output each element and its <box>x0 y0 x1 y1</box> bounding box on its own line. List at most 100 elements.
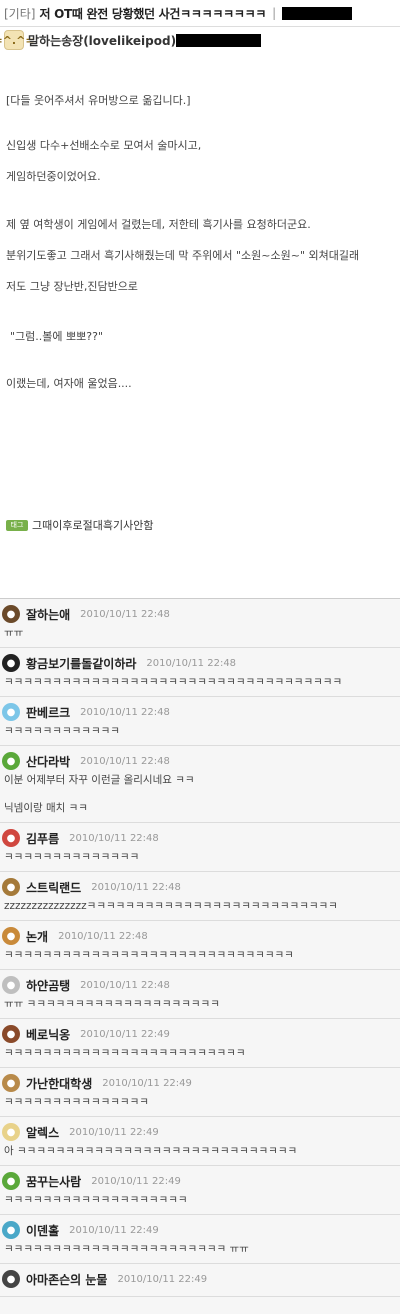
comment-time: 2010/10/11 22:49 <box>102 1077 192 1089</box>
comment-time: 2010/10/11 22:48 <box>80 755 170 767</box>
comment-header: ● 하얀곰탱 2010/10/11 22:48 <box>2 974 396 996</box>
butterfly-icon: ● <box>2 654 20 672</box>
comment-text: ㅋㅋㅋㅋㅋㅋㅋㅋㅋㅋㅋㅋㅋㅋㅋ <box>4 1096 149 1108</box>
comment-author[interactable]: 가난한대학생 <box>26 1075 92 1092</box>
tag-icon: 태그 <box>6 519 28 531</box>
watermelon-icon: ● <box>2 829 20 847</box>
comment-header: ● 가난한대학생 2010/10/11 22:49 <box>2 1072 396 1094</box>
comment-header: ● 논개 2010/10/11 22:48 <box>2 925 396 947</box>
comment-author[interactable]: 하얀곰탱 <box>26 977 70 994</box>
comment-author[interactable]: 스트릭랜드 <box>26 879 81 896</box>
post-category[interactable]: [기타] <box>4 5 35 22</box>
cat-face-icon: =^.^= <box>0 30 35 50</box>
comment-text: ㅋㅋㅋㅋㅋㅋㅋㅋㅋㅋㅋㅋㅋㅋㅋㅋㅋㅋㅋㅋㅋㅋㅋㅋㅋㅋㅋㅋㅋㅋㅋㅋㅋㅋㅋ <box>4 676 343 688</box>
leaf-icon: ● <box>2 1172 20 1190</box>
comment-text: ㅠㅠ ㅋㅋㅋㅋㅋㅋㅋㅋㅋㅋㅋㅋㅋㅋㅋㅋㅋㅋㅋㅋ <box>4 998 220 1010</box>
comment-header: ● 이덴홀 2010/10/11 22:49 <box>2 1219 396 1241</box>
comment-author[interactable]: 알렉스 <box>26 1124 59 1141</box>
comment-header: ● 황금보기를돌같이하라 2010/10/11 22:48 <box>2 652 396 674</box>
post-paragraph: 분위기도좋고 그래서 흑기사해줬는데 막 주위에서 "소원~소원~" 외쳐대길래 <box>6 249 360 262</box>
comment-item: ● 황금보기를돌같이하라 2010/10/11 22:48 ㅋㅋㅋㅋㅋㅋㅋㅋㅋㅋㅋㅋㅋ… <box>0 648 400 697</box>
comment-time: 2010/10/11 22:48 <box>58 930 148 942</box>
comment-time: 2010/10/11 22:48 <box>91 881 181 893</box>
comment-text: ㅋㅋㅋㅋㅋㅋㅋㅋㅋㅋㅋㅋㅋㅋㅋㅋㅋㅋㅋㅋㅋㅋㅋ ㅠㅠ <box>4 1243 249 1255</box>
comment-text: ㅋㅋㅋㅋㅋㅋㅋㅋㅋㅋㅋㅋㅋㅋㅋㅋㅋㅋㅋ <box>4 1194 188 1206</box>
comment-time: 2010/10/11 22:49 <box>80 1028 170 1040</box>
comment-list: ● 잘하는애 2010/10/11 22:48 ㅠㅠ ● 황금보기를돌같이하라 2010/1… <box>0 598 400 1314</box>
comment-item: ● 하얀곰탱 2010/10/11 22:48 ㅠㅠ ㅋㅋㅋㅋㅋㅋㅋㅋㅋㅋㅋㅋㅋㅋㅋㅋ… <box>0 970 400 1019</box>
comment-author[interactable]: 이덴홀 <box>26 1222 59 1239</box>
comment-time: 2010/10/11 22:48 <box>80 706 170 718</box>
comment-time: 2010/10/11 22:48 <box>69 832 159 844</box>
post-author[interactable]: 말하는송장(lovelikeipod) <box>28 32 176 49</box>
comment-time: 2010/10/11 22:49 <box>69 1126 159 1138</box>
comment-item: ● 스트릭랜드 2010/10/11 22:48 zzzzzzzzzzzzzzzㅋㅋㅋ… <box>0 872 400 921</box>
comment-time: 2010/10/11 22:49 <box>69 1224 159 1236</box>
comment-author[interactable]: 아마존슨의 눈물 <box>26 1271 107 1288</box>
post-title: 저 OT때 완전 당황했던 사건ㅋㅋㅋㅋㅋㅋㅋㅋ <box>39 6 267 21</box>
comment-text: ㅋㅋㅋㅋㅋㅋㅋㅋㅋㅋㅋㅋ <box>4 725 120 737</box>
comment-text: 이분 어제부터 자꾸 이런글 올리시네요 ㅋㅋ <box>4 774 195 786</box>
comment-text: ㅠㅠ <box>4 627 24 639</box>
comment-item: ● 논개 2010/10/11 22:48 ㅋㅋㅋㅋㅋㅋㅋㅋㅋㅋㅋㅋㅋㅋㅋㅋㅋㅋㅋㅋㅋ… <box>0 921 400 970</box>
post-paragraph: "그럼..볼에 뽀뽀??" <box>10 330 104 343</box>
post-tag[interactable]: 그때이후로절대흑기사안함 <box>32 517 153 533</box>
car-icon: ● <box>2 1123 20 1141</box>
comment-time: 2010/10/11 22:49 <box>117 1273 208 1285</box>
comment-item: ● 이덴홀 2010/10/11 22:49 ㅋㅋㅋㅋㅋㅋㅋㅋㅋㅋㅋㅋㅋㅋㅋㅋㅋㅋㅋㅋ… <box>0 1215 400 1264</box>
post-paragraph: 신입생 다수+선배소수로 모여서 술마시고, <box>6 139 202 152</box>
post-paragraph: 제 옆 여학생이 게임에서 걸렸는데, 저한테 흑기사를 요청하더군요. <box>6 218 311 231</box>
comment-item: ● 산다라박 2010/10/11 22:48 이분 어제부터 자꾸 이런글 올리시네… <box>0 746 400 823</box>
comment-time: 2010/10/11 22:48 <box>80 979 170 991</box>
sky-icon: ● <box>2 703 20 721</box>
comment-author[interactable]: 잘하는애 <box>26 606 70 623</box>
face-icon: ● <box>2 878 20 896</box>
person-avatar-icon: ● <box>2 1270 20 1288</box>
comment-header: ● 산다라박 2010/10/11 22:48 <box>2 750 396 772</box>
comment-item: ● 알렉스 2010/10/11 22:49 아 ㅋㅋㅋㅋㅋㅋㅋㅋㅋㅋㅋㅋㅋㅋㅋㅋㅋㅋ… <box>0 1117 400 1166</box>
header-separator: | <box>272 6 277 20</box>
redacted-block <box>176 33 262 47</box>
comment-text: 닉넴이랑 매치 ㅋㅋ <box>4 802 88 814</box>
leaf-icon: ● <box>2 752 20 770</box>
comment-text: ㅋㅋㅋㅋㅋㅋㅋㅋㅋㅋㅋㅋㅋㅋ <box>4 851 140 863</box>
comment-author[interactable]: 꿈꾸는사람 <box>26 1173 81 1190</box>
comment-item: ● 김푸름 2010/10/11 22:48 ㅋㅋㅋㅋㅋㅋㅋㅋㅋㅋㅋㅋㅋㅋ <box>0 823 400 872</box>
comment-text: 아 ㅋㅋㅋㅋㅋㅋㅋㅋㅋㅋㅋㅋㅋㅋㅋㅋㅋㅋㅋㅋㅋㅋㅋㅋㅋㅋㅋㅋㅋ <box>4 1145 298 1157</box>
comment-item: ● 베로닉옹 2010/10/11 22:49 ㅋㅋㅋㅋㅋㅋㅋㅋㅋㅋㅋㅋㅋㅋㅋㅋㅋㅋㅋ… <box>0 1019 400 1068</box>
person-avatar-icon: ● <box>2 605 20 623</box>
post-header: [기타] 저 OT때 완전 당황했던 사건ㅋㅋㅋㅋㅋㅋㅋㅋ | <box>0 0 400 27</box>
dog-icon: ● <box>2 927 20 945</box>
comment-time: 2010/10/11 22:48 <box>80 608 170 620</box>
comment-item: ● 잘하는애 2010/10/11 22:48 ㅠㅠ <box>0 599 400 648</box>
comment-header: ● 아마존슨의 눈물 2010/10/11 22:49 <box>2 1268 396 1290</box>
glasses-face-icon: ● <box>2 1074 20 1092</box>
comment-header: ● 김푸름 2010/10/11 22:48 <box>2 827 396 849</box>
comment-author[interactable]: 산다라박 <box>26 753 70 770</box>
author-row: =^.^= 말하는송장(lovelikeipod) <box>0 27 400 53</box>
comment-item: ● 판베르크 2010/10/11 22:48 ㅋㅋㅋㅋㅋㅋㅋㅋㅋㅋㅋㅋ <box>0 697 400 746</box>
comment-item: ● 아마존슨의 눈물 2010/10/11 22:49 <box>0 1264 400 1297</box>
comment-author[interactable]: 판베르크 <box>26 704 70 721</box>
redacted-block <box>282 6 353 20</box>
comment-author[interactable]: 논개 <box>26 928 48 945</box>
comment-author[interactable]: 김푸름 <box>26 830 59 847</box>
post-paragraph: 게임하던중이었어요. <box>6 170 101 183</box>
comment-text: ㅋㅋㅋㅋㅋㅋㅋㅋㅋㅋㅋㅋㅋㅋㅋㅋㅋㅋㅋㅋㅋㅋㅋㅋㅋㅋㅋㅋㅋㅋ <box>4 949 294 961</box>
post-paragraph: [다들 웃어주셔서 유머방으로 옮깁니다.] <box>6 94 191 107</box>
post-paragraph: 이랬는데, 여자애 울었음.... <box>6 377 132 390</box>
comment-header: ● 꿈꾸는사람 2010/10/11 22:49 <box>2 1170 396 1192</box>
girl-avatar-icon: ● <box>2 1025 20 1043</box>
bear-icon: ● <box>2 976 20 994</box>
comment-author[interactable]: 베로닉옹 <box>26 1026 70 1043</box>
comment-time: 2010/10/11 22:48 <box>146 657 237 669</box>
comment-item: ● 가난한대학생 2010/10/11 22:49 ㅋㅋㅋㅋㅋㅋㅋㅋㅋㅋㅋㅋㅋㅋㅋ <box>0 1068 400 1117</box>
comment-header: ● 스트릭랜드 2010/10/11 22:48 <box>2 876 396 898</box>
comment-item: ● 꿈꾸는사람 2010/10/11 22:49 ㅋㅋㅋㅋㅋㅋㅋㅋㅋㅋㅋㅋㅋㅋㅋㅋㅋㅋ… <box>0 1166 400 1215</box>
cat-icon: ● <box>2 1221 20 1239</box>
comment-text: zzzzzzzzzzzzzzzㅋㅋㅋㅋㅋㅋㅋㅋㅋㅋㅋㅋㅋㅋㅋㅋㅋㅋㅋㅋㅋㅋㅋㅋㅋ… <box>4 900 338 912</box>
comment-text: ㅋㅋㅋㅋㅋㅋㅋㅋㅋㅋㅋㅋㅋㅋㅋㅋㅋㅋㅋㅋㅋㅋㅋㅋㅋ <box>4 1047 246 1059</box>
post-paragraph: 저도 그냥 장난반,진담반으로 <box>6 280 138 293</box>
comment-header: ● 베로닉옹 2010/10/11 22:49 <box>2 1023 396 1045</box>
comment-author[interactable]: 황금보기를돌같이하라 <box>26 655 136 672</box>
